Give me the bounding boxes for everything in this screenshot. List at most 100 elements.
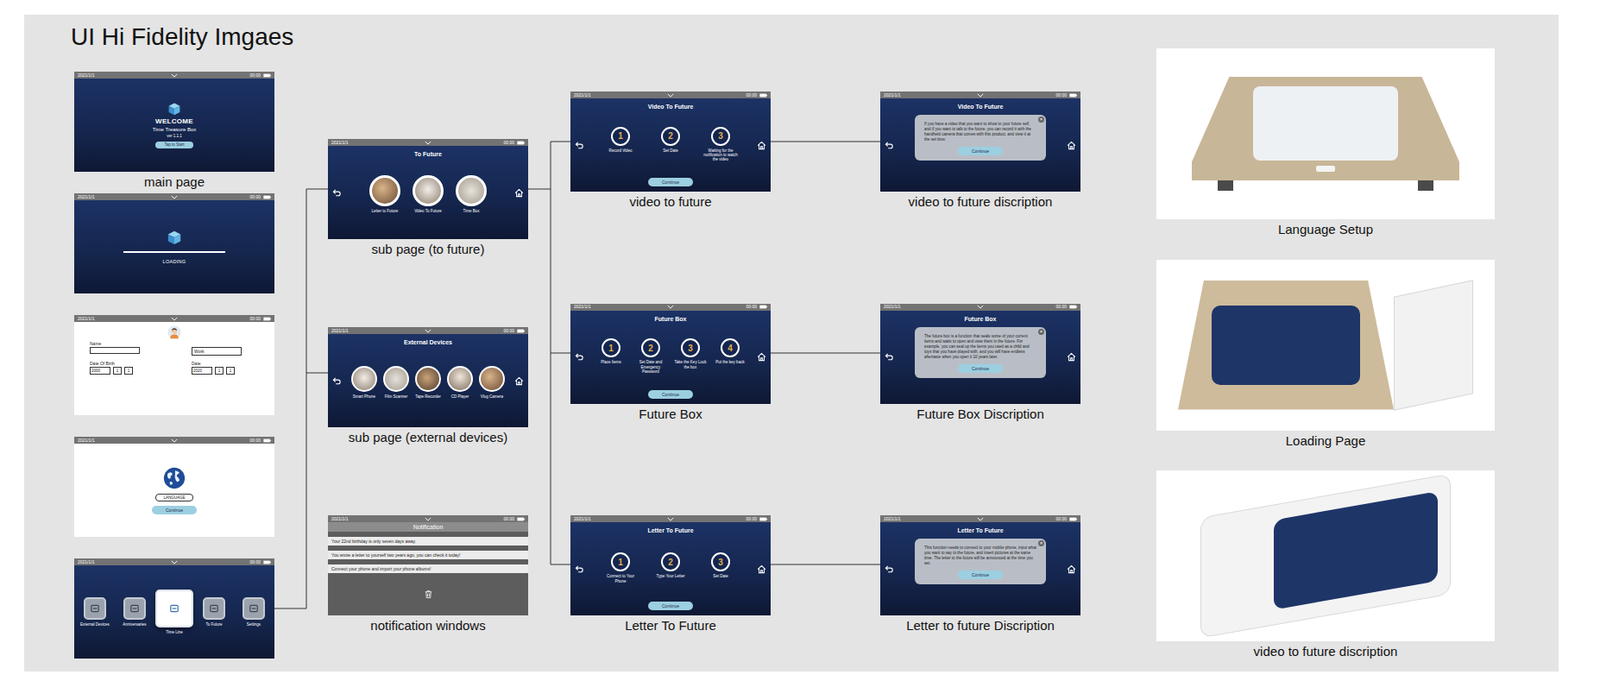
feature-screen: 2021/1/1 00:00 Video To Future 1 Record … xyxy=(570,91,771,192)
date-select[interactable]: 2020 xyxy=(191,366,213,375)
date-select[interactable]: 1 xyxy=(214,366,224,375)
home-icon[interactable] xyxy=(1066,352,1077,362)
option-item[interactable]: Smart Phone xyxy=(350,365,378,399)
status-time: 00:00 xyxy=(1055,93,1067,98)
step-label: Waiting for the notification to watch th… xyxy=(700,148,741,163)
status-right: 00:00 xyxy=(249,560,271,565)
chevron-down-icon[interactable] xyxy=(170,73,178,78)
trash-icon[interactable] xyxy=(423,589,434,599)
home-icon[interactable] xyxy=(756,352,767,362)
back-arrow-icon[interactable] xyxy=(574,140,585,151)
welcome-panel: WELCOME Time Treasure Box ver 1.1.1 Tap … xyxy=(74,78,275,172)
board-title: UI Hi Fidelity Imgaes xyxy=(70,23,294,51)
continue-button[interactable]: Continue xyxy=(648,390,693,399)
back-arrow-icon[interactable] xyxy=(574,564,585,574)
option-item[interactable]: CD Player xyxy=(446,365,474,399)
notification-row[interactable]: Your 22nd birthday is only seven days aw… xyxy=(327,536,529,546)
home-icon[interactable] xyxy=(756,140,767,151)
chevron-down-icon[interactable] xyxy=(976,93,984,98)
screen-caption: sub page (external devices) xyxy=(327,429,529,446)
continue-button[interactable]: Continue xyxy=(648,601,693,611)
app-name: Time Treasure Box xyxy=(152,126,196,133)
step-row: 1 Record Video2 Set Date3 Waiting for th… xyxy=(600,126,741,163)
home-icon[interactable] xyxy=(756,564,767,574)
start-button[interactable]: Tap to Start xyxy=(155,141,193,149)
chevron-down-icon[interactable] xyxy=(170,316,178,322)
home-icon[interactable] xyxy=(1066,564,1077,574)
date-select[interactable]: 2000 xyxy=(89,366,111,375)
chevron-down-icon[interactable] xyxy=(667,304,675,309)
date-select[interactable]: 1 xyxy=(113,366,122,375)
subpage-screen: 2021/1/1 00:00 External Devices Smart Ph… xyxy=(327,327,529,428)
close-button[interactable]: × xyxy=(1038,116,1045,123)
chevron-down-icon[interactable] xyxy=(170,438,178,443)
option-item[interactable]: Time Box xyxy=(455,175,487,214)
app-item[interactable]: Settings xyxy=(239,597,269,627)
app-icon xyxy=(155,589,194,628)
name-field: Name xyxy=(89,340,158,356)
option-item[interactable]: Vlog Camera xyxy=(478,365,506,399)
description-body: Letter To Future × This function needs t… xyxy=(880,522,1081,616)
chevron-down-icon[interactable] xyxy=(170,195,178,200)
continue-button[interactable]: Continue xyxy=(957,570,1003,580)
date-select[interactable]: 1 xyxy=(226,366,235,375)
step-number: 3 xyxy=(680,338,700,358)
language-screen: 2021/1/1 00:00 LANGUAGE Continue xyxy=(74,436,275,537)
chevron-down-icon[interactable] xyxy=(667,93,675,98)
back-arrow-icon[interactable] xyxy=(332,188,342,198)
battery-icon xyxy=(759,304,768,309)
status-right: 00:00 xyxy=(249,438,271,443)
status-bar: 2021/1/1 00:00 xyxy=(880,515,1081,523)
back-arrow-icon[interactable] xyxy=(884,352,895,362)
subpage-node: 2021/1/1 00:00 External Devices Smart Ph… xyxy=(327,327,529,446)
date-select[interactable]: 1 xyxy=(124,366,133,375)
chevron-down-icon[interactable] xyxy=(424,516,432,522)
home-icon[interactable] xyxy=(1066,140,1077,151)
close-button[interactable]: × xyxy=(1038,328,1045,335)
chevron-down-icon[interactable] xyxy=(424,328,432,334)
home-icon[interactable] xyxy=(514,376,524,386)
notification-row[interactable]: You wrote a letter to yourself two years… xyxy=(327,550,529,560)
step-item: 2 Set Date xyxy=(650,126,691,153)
work-input[interactable]: Work xyxy=(191,346,242,356)
continue-button[interactable]: Continue xyxy=(957,364,1003,373)
language-input[interactable]: LANGUAGE xyxy=(155,493,193,502)
app-item[interactable]: To Future xyxy=(199,597,229,627)
step-item: 3 Waiting for the notification to watch … xyxy=(700,126,741,163)
notification-row[interactable]: Connect your phone and import your phone… xyxy=(327,564,529,574)
feature-node: 2021/1/1 00:00 Future Box 1 Place Items2… xyxy=(570,303,771,423)
app-item[interactable]: Anniversaries xyxy=(119,597,150,627)
option-item[interactable]: Letter to Future xyxy=(369,175,401,214)
app-item[interactable]: External Devices xyxy=(80,597,110,627)
continue-button[interactable]: Continue xyxy=(648,177,693,187)
back-arrow-icon[interactable] xyxy=(574,352,585,362)
status-right: 00:00 xyxy=(1055,93,1078,98)
close-button[interactable]: × xyxy=(1038,540,1045,547)
back-arrow-icon[interactable] xyxy=(884,140,895,151)
chevron-down-icon[interactable] xyxy=(667,516,675,522)
app-item[interactable]: Time Line xyxy=(159,589,189,635)
option-item[interactable]: Tape Recorder xyxy=(414,365,442,399)
screen-title: Future Box xyxy=(964,315,997,323)
description-node: 2021/1/1 00:00 Letter To Future × This f… xyxy=(880,515,1081,634)
name-input[interactable] xyxy=(89,346,140,354)
home-icon[interactable] xyxy=(514,188,524,198)
feature-content: Future Box 1 Place Items2 Set Date and E… xyxy=(587,310,754,404)
back-arrow-icon[interactable] xyxy=(332,376,342,386)
step-item: 3 Set Date xyxy=(700,552,741,579)
chevron-down-icon[interactable] xyxy=(976,516,984,522)
continue-button[interactable]: Continue xyxy=(957,146,1003,156)
screen-caption: video to future discription xyxy=(880,194,1081,210)
photo-caption: Language Setup xyxy=(1156,221,1495,238)
app-row: External Devices Anniversaries Time Line… xyxy=(74,565,275,659)
subpage-node: 2021/1/1 00:00 To Future Letter to Futur… xyxy=(327,138,529,258)
option-item[interactable]: Video To Future xyxy=(412,175,444,214)
app-label: Time Line xyxy=(165,629,183,635)
chevron-down-icon[interactable] xyxy=(976,304,984,309)
chevron-down-icon[interactable] xyxy=(424,140,432,145)
chevron-down-icon[interactable] xyxy=(170,560,178,565)
option-item[interactable]: Film Scanner xyxy=(382,365,410,399)
continue-button[interactable]: Continue xyxy=(151,505,197,515)
option-label: Tape Recorder xyxy=(415,394,441,399)
back-arrow-icon[interactable] xyxy=(884,564,895,574)
